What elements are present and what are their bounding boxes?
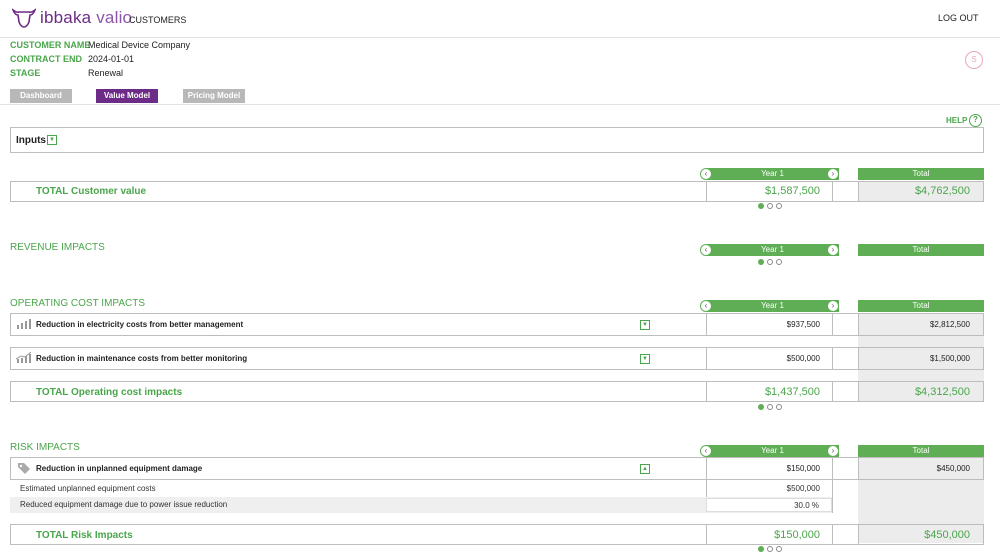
expand-icon[interactable]: ▼ (640, 354, 650, 364)
impact-total-value: $2,812,500 (929, 320, 970, 329)
trend-chart-icon (16, 352, 31, 363)
help-icon[interactable]: ? (969, 114, 982, 127)
risk-total-label: TOTAL Risk Impacts (36, 530, 133, 541)
impact-label: Reduction in electricity costs from bett… (36, 320, 244, 329)
risk-total-year: $150,000 (774, 529, 820, 541)
tab-value-model[interactable]: Value Model (96, 89, 158, 103)
pagination-dots[interactable] (758, 203, 784, 209)
next-year-icon[interactable]: › (827, 244, 839, 256)
total-column-header: Total (858, 244, 984, 256)
column-divider (832, 524, 833, 545)
logout-link[interactable]: LOG OUT (938, 13, 979, 23)
impact-label: Reduction in unplanned equipment damage (36, 464, 203, 473)
tag-icon (18, 463, 30, 474)
page-dot[interactable] (776, 259, 782, 265)
total-column-header: Total (858, 445, 984, 457)
prev-year-icon[interactable]: ‹ (700, 445, 712, 457)
contract-end-label: CONTRACT END (10, 54, 82, 64)
pagination-dots[interactable] (758, 259, 784, 265)
page-dot[interactable] (776, 404, 782, 410)
revenue-impacts-title: REVENUE IMPACTS (10, 242, 105, 253)
tabs-divider (0, 104, 1000, 105)
risk-impacts-title: RISK IMPACTS (10, 442, 80, 453)
year-column-header: Year 1 (706, 244, 839, 256)
column-divider (832, 313, 833, 336)
impact-year-value: $500,000 (786, 354, 820, 363)
column-divider (832, 181, 833, 202)
contract-end-value: 2024-01-01 (88, 54, 135, 64)
operating-total-total: $4,312,500 (914, 386, 970, 398)
impact-total-value: $1,500,000 (929, 354, 970, 363)
next-year-icon[interactable]: › (827, 300, 839, 312)
page-dot[interactable] (767, 259, 773, 265)
operating-impacts-title: OPERATING COST IMPACTS (10, 298, 146, 309)
collapse-icon[interactable]: ▲ (640, 464, 650, 474)
page-dot[interactable] (767, 546, 773, 552)
year-column-header: Year 1 (706, 300, 839, 312)
operating-total-label: TOTAL Operating cost impacts (36, 387, 183, 398)
impact-year-value: $150,000 (786, 464, 820, 473)
next-year-icon[interactable]: › (827, 168, 839, 180)
customer-name-value: Medical Device Company (88, 40, 191, 50)
prev-year-icon[interactable]: ‹ (700, 168, 712, 180)
customer-value-row (10, 181, 984, 202)
risk-total-total: $450,000 (924, 529, 970, 541)
prev-year-icon[interactable]: ‹ (700, 244, 712, 256)
sub-item-label: Estimated unplanned equipment costs (20, 484, 156, 493)
impact-total-value: $450,000 (936, 464, 970, 473)
total-column-header: Total (858, 300, 984, 312)
page-dot[interactable] (767, 404, 773, 410)
stage-label: STAGE (10, 68, 41, 78)
page-dot[interactable] (758, 259, 764, 265)
impact-year-value: $937,500 (786, 320, 820, 329)
operating-total-year: $1,437,500 (764, 386, 820, 398)
status-circle-button[interactable]: S (965, 51, 983, 69)
year-column-header: Year 1 (706, 445, 839, 457)
customer-value-total: $4,762,500 (914, 185, 970, 197)
sub-item-input[interactable]: 30.0 % (706, 498, 832, 512)
customer-value-year: $1,587,500 (764, 185, 820, 197)
inputs-title: Inputs (16, 135, 46, 146)
risk-total-row (10, 524, 984, 545)
cow-logo-icon[interactable] (12, 7, 36, 29)
pagination-dots[interactable] (758, 546, 784, 552)
page-dot[interactable] (758, 404, 764, 410)
page-dot[interactable] (767, 203, 773, 209)
page-dot[interactable] (776, 546, 782, 552)
tab-pricing-model[interactable]: Pricing Model (183, 89, 245, 103)
logo-wordmark[interactable]: ibbaka valio (40, 8, 132, 28)
nav-customers-link[interactable]: CUSTOMERS (129, 15, 186, 25)
sub-item-input[interactable]: $500,000 (706, 484, 820, 493)
next-year-icon[interactable]: › (827, 445, 839, 457)
page-dot[interactable] (758, 546, 764, 552)
impact-label: Reduction in maintenance costs from bett… (36, 354, 248, 363)
prev-year-icon[interactable]: ‹ (700, 300, 712, 312)
bar-chart-icon (17, 319, 31, 329)
tab-dashboard[interactable]: Dashboard (10, 89, 72, 103)
column-divider (832, 381, 833, 402)
expand-icon[interactable]: ▼ (640, 320, 650, 330)
inputs-panel[interactable] (10, 127, 984, 153)
customer-name-label: CUSTOMER NAME (10, 40, 91, 50)
year-column-header: Year 1 (706, 168, 839, 180)
page-dot[interactable] (758, 203, 764, 209)
page-dot[interactable] (776, 203, 782, 209)
inputs-expand-icon[interactable]: ▼ (47, 135, 57, 145)
column-divider (832, 347, 833, 370)
pagination-dots[interactable] (758, 404, 784, 410)
sub-item-label: Reduced equipment damage due to power is… (20, 500, 228, 509)
customer-value-label: TOTAL Customer value (36, 186, 147, 197)
column-divider (832, 457, 833, 513)
stage-value: Renewal (88, 68, 124, 78)
total-column-header: Total (858, 168, 984, 180)
help-link[interactable]: HELP (946, 116, 967, 125)
